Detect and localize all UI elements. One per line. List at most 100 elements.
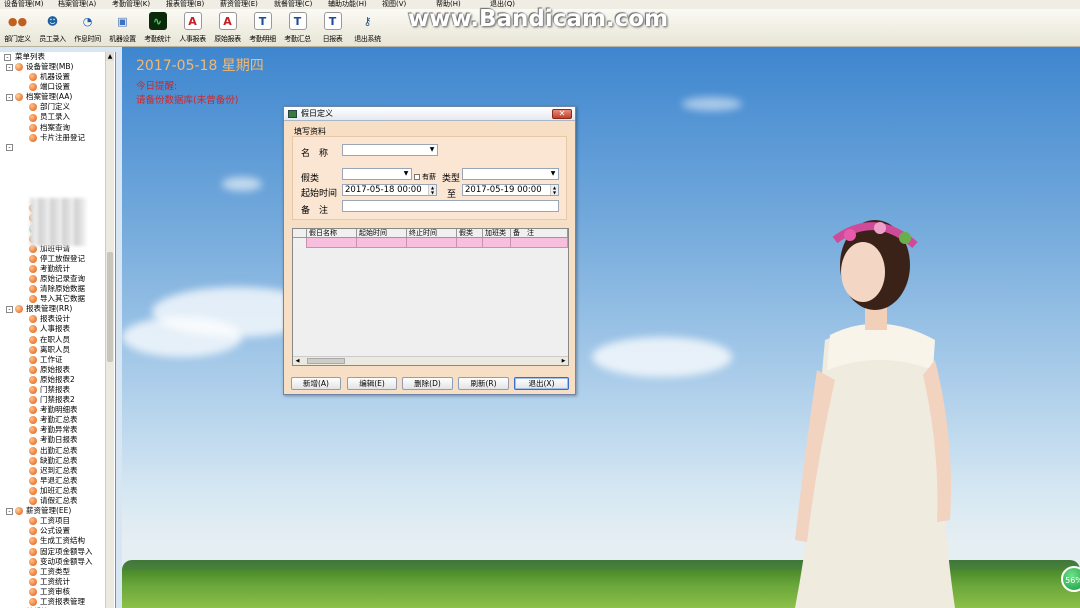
tree-item[interactable]: 工资报表管理 bbox=[0, 597, 115, 607]
collapse-icon[interactable]: - bbox=[6, 507, 13, 515]
tree-item[interactable]: 工资审核 bbox=[0, 587, 115, 597]
scroll-left-icon[interactable]: ◀ bbox=[293, 357, 302, 365]
sidebar-scrollbar[interactable]: ▲ bbox=[105, 52, 114, 608]
toolbar-button[interactable]: A 人事报表 bbox=[175, 9, 210, 47]
column-header[interactable]: 起始时间 bbox=[357, 229, 407, 237]
column-header[interactable]: 假类 bbox=[457, 229, 483, 237]
tree-item[interactable]: 工资项目 bbox=[0, 516, 115, 526]
tree-item[interactable]: 离职人员 bbox=[0, 345, 115, 355]
chevron-down-icon[interactable]: ▼ bbox=[402, 170, 410, 178]
toolbar-button[interactable]: ●● 部门定义 bbox=[0, 9, 35, 47]
toolbar-button[interactable]: ∿ 考勤统计 bbox=[140, 9, 175, 47]
hscroll-thumb[interactable] bbox=[307, 358, 345, 364]
tree-item[interactable]: 加班汇总表 bbox=[0, 486, 115, 496]
toolbar-button[interactable]: ◔ 作息时间 bbox=[70, 9, 105, 47]
tree-item[interactable] bbox=[0, 183, 115, 193]
scroll-up-icon[interactable]: ▲ bbox=[106, 52, 114, 61]
tree-item[interactable]: 原始报表2 bbox=[0, 375, 115, 385]
tree-item[interactable]: 停工放假登记 bbox=[0, 254, 115, 264]
column-header[interactable]: 假日名称 bbox=[307, 229, 357, 237]
toolbar-button[interactable]: A 原始报表 bbox=[210, 9, 245, 47]
collapse-icon[interactable]: - bbox=[4, 53, 11, 61]
toolbar-button[interactable]: ☻ 员工录入 bbox=[35, 9, 70, 47]
tree-item[interactable] bbox=[0, 163, 115, 173]
toolbar-button[interactable]: ⚷ 退出系统 bbox=[350, 9, 385, 47]
tree-item[interactable]: 变动项金额导入 bbox=[0, 557, 115, 567]
tree-item[interactable]: 考勤明细表 bbox=[0, 405, 115, 415]
tree-item[interactable]: 考勤汇总表 bbox=[0, 415, 115, 425]
tree-item[interactable]: 部门定义 bbox=[0, 102, 115, 112]
collapse-icon[interactable]: - bbox=[6, 93, 13, 101]
grid-cell[interactable] bbox=[511, 238, 568, 248]
grid-cell[interactable] bbox=[357, 238, 407, 248]
toolbar-button[interactable]: ▣ 机器设置 bbox=[105, 9, 140, 47]
menu-item[interactable]: 报表管理(B) bbox=[162, 0, 216, 9]
tree-item[interactable]: 考勤统计 bbox=[0, 264, 115, 274]
start-time-input[interactable]: 2017-05-18 00:00 ▲ ▼ bbox=[342, 184, 437, 196]
tree-item[interactable]: 缺勤汇总表 bbox=[0, 456, 115, 466]
table-row[interactable] bbox=[293, 238, 568, 248]
new-button[interactable]: 新增(A) bbox=[291, 377, 341, 390]
tree-item[interactable]: 固定项金额导入 bbox=[0, 547, 115, 557]
tree-item[interactable]: 工资统计 bbox=[0, 577, 115, 587]
menu-item[interactable]: 薪资管理(E) bbox=[216, 0, 270, 9]
tree-item[interactable]: 考勤日报表 bbox=[0, 435, 115, 445]
tree-item[interactable]: 工资类型 bbox=[0, 567, 115, 577]
tree-group[interactable]: - 报表管理(RR) bbox=[0, 304, 115, 314]
column-header[interactable]: 备 注 bbox=[511, 229, 568, 237]
toolbar-button[interactable]: T 考勤汇总 bbox=[280, 9, 315, 47]
exit-button[interactable]: 退出(X) bbox=[514, 377, 569, 390]
grid-cell[interactable] bbox=[293, 238, 307, 248]
edit-button[interactable]: 编辑(E) bbox=[347, 377, 397, 390]
tree-item[interactable]: 端口设置 bbox=[0, 82, 115, 92]
tree-group[interactable]: - 档案管理(AA) bbox=[0, 92, 115, 102]
tree-item[interactable]: 生成工资结构 bbox=[0, 536, 115, 546]
grid-cell[interactable] bbox=[407, 238, 457, 248]
tree-item[interactable]: 门禁报表2 bbox=[0, 395, 115, 405]
scroll-thumb[interactable] bbox=[107, 252, 113, 362]
collapse-icon[interactable]: - bbox=[6, 144, 13, 152]
holiday-grid[interactable]: 假日名称 起始时间 终止时间 假类 加班类备 注 ◀ ▶ bbox=[292, 228, 569, 366]
grid-cell[interactable] bbox=[457, 238, 483, 248]
paid-checkbox[interactable] bbox=[414, 174, 420, 180]
grid-cell[interactable] bbox=[307, 238, 357, 248]
spin-icon[interactable]: ▲ ▼ bbox=[428, 185, 436, 195]
tree-item[interactable]: 门禁报表 bbox=[0, 385, 115, 395]
menu-item[interactable]: 辅助功能(H) bbox=[324, 0, 378, 9]
holiday-type-combo[interactable]: ▼ bbox=[342, 168, 412, 180]
tree-item[interactable]: 在职人员 bbox=[0, 335, 115, 345]
tree-item[interactable]: 机器设置 bbox=[0, 72, 115, 82]
grid-hscrollbar[interactable]: ◀ ▶ bbox=[293, 356, 568, 365]
note-input[interactable] bbox=[342, 200, 559, 212]
tree-item[interactable]: 清除原始数据 bbox=[0, 284, 115, 294]
tree-item[interactable]: 工作证 bbox=[0, 355, 115, 365]
collapse-icon[interactable]: - bbox=[6, 305, 13, 313]
chevron-down-icon[interactable]: ▼ bbox=[428, 146, 436, 154]
tree-item[interactable]: 考勤异常表 bbox=[0, 425, 115, 435]
toolbar-button[interactable]: T 日报表 bbox=[315, 9, 350, 47]
refresh-button[interactable]: 刷新(R) bbox=[458, 377, 509, 390]
tree-item[interactable]: 出勤汇总表 bbox=[0, 446, 115, 456]
dialog-titlebar[interactable]: 假日定义 bbox=[284, 107, 575, 121]
delete-button[interactable]: 删除(D) bbox=[402, 377, 453, 390]
tree-item[interactable]: 公式设置 bbox=[0, 526, 115, 536]
tree-item[interactable]: 报表设计 bbox=[0, 314, 115, 324]
scroll-right-icon[interactable]: ▶ bbox=[559, 357, 568, 365]
tree-item[interactable]: 员工录入 bbox=[0, 112, 115, 122]
tree-group[interactable]: - bbox=[0, 143, 115, 153]
column-header[interactable]: 终止时间 bbox=[407, 229, 457, 237]
tree-item[interactable]: 早退汇总表 bbox=[0, 476, 115, 486]
tree-item[interactable]: 迟到汇总表 bbox=[0, 466, 115, 476]
close-button[interactable]: ✕ bbox=[552, 109, 572, 119]
grid-cell[interactable] bbox=[483, 238, 511, 248]
tree-item[interactable]: 人事报表 bbox=[0, 324, 115, 334]
tree-item[interactable]: 档案查询 bbox=[0, 123, 115, 133]
menu-item[interactable]: 考勤管理(K) bbox=[108, 0, 162, 9]
menu-item[interactable]: 档案管理(A) bbox=[54, 0, 108, 9]
tree-item[interactable] bbox=[0, 153, 115, 163]
chevron-down-icon[interactable]: ▼ bbox=[549, 170, 557, 178]
tree-item[interactable]: 请假汇总表 bbox=[0, 496, 115, 506]
tree-group[interactable]: - 设备管理(MB) bbox=[0, 62, 115, 72]
toolbar-button[interactable]: T 考勤明细 bbox=[245, 9, 280, 47]
end-time-input[interactable]: 2017-05-19 00:00 ▲ ▼ bbox=[462, 184, 559, 196]
